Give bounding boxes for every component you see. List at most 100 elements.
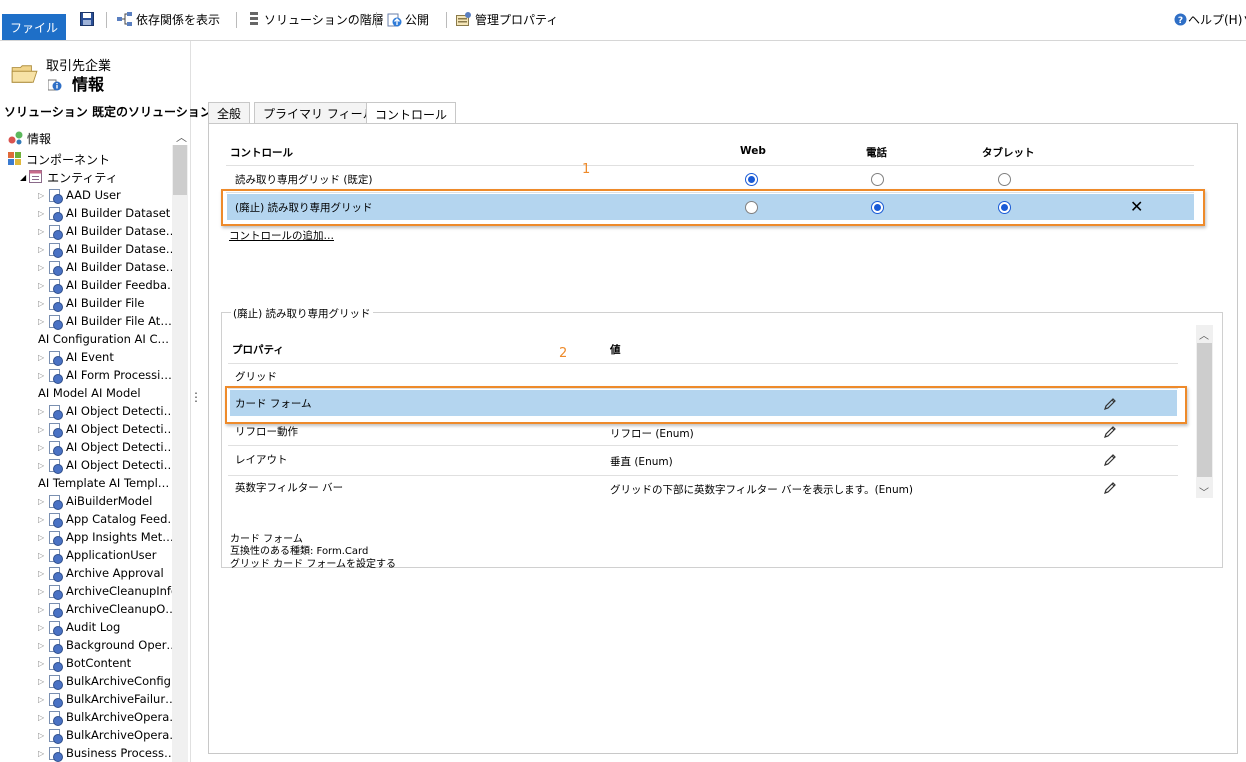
solution-hierarchy-button[interactable]: ソリューションの階層 (248, 10, 384, 28)
expand-arrow-icon[interactable]: ▷ (38, 587, 48, 596)
properties-scrollbar-thumb[interactable] (1197, 343, 1212, 477)
entity-tree-item[interactable]: ▷ ArchiveCleanupO… (38, 600, 177, 618)
edit-pencil-icon[interactable] (1103, 481, 1117, 495)
expand-arrow-icon[interactable]: ▷ (38, 425, 48, 434)
expand-arrow-icon[interactable]: ▷ (38, 281, 48, 290)
expand-arrow-icon[interactable]: ▷ (38, 713, 48, 722)
expand-arrow-icon[interactable]: ▷ (38, 191, 48, 200)
expand-arrow-icon[interactable]: ▷ (38, 497, 48, 506)
edit-pencil-icon[interactable] (1103, 397, 1117, 411)
expand-arrow-icon[interactable]: ▷ (38, 749, 48, 758)
entity-tree-item[interactable]: ▷ BotContent (38, 654, 131, 672)
controls-header-web: Web (740, 145, 766, 157)
property-row-name: リフロー動作 (235, 426, 298, 438)
entity-icon (48, 422, 63, 438)
entity-tree-item[interactable]: ▷ Audit Log (38, 618, 120, 636)
entity-icon (48, 494, 63, 510)
expand-arrow-icon[interactable]: ▷ (38, 371, 48, 380)
tab-general[interactable]: 全般 (208, 102, 251, 124)
nav-info[interactable]: 情報 (8, 129, 51, 147)
expand-arrow-icon[interactable]: ▷ (38, 605, 48, 614)
entity-icon (48, 710, 63, 726)
expand-arrow-icon[interactable]: ▷ (38, 533, 48, 542)
entity-tree-item[interactable]: ▷ AiBuilderModel (38, 492, 152, 510)
edit-pencil-icon[interactable] (1103, 425, 1117, 439)
entity-tree-item[interactable]: ▷ AI Object Detecti… (38, 420, 175, 438)
property-row-value: グリッドの下部に英数字フィルター バーを表示します。(Enum) (610, 484, 913, 496)
entity-tree-item[interactable]: ▷ Business Process… (38, 744, 176, 762)
entity-tree-item[interactable]: ▷ ArchiveCleanupInfo (38, 582, 178, 600)
properties-scroll-up-icon[interactable]: ︿ (1199, 327, 1209, 342)
add-control-link[interactable]: コントロールの追加… (229, 228, 334, 243)
entity-tree-item[interactable]: AI Configuration AI C… (38, 330, 169, 348)
entity-tree-item[interactable]: ▷ App Insights Met… (38, 528, 174, 546)
save-button[interactable] (80, 10, 94, 28)
expand-arrow-icon[interactable]: ▷ (38, 641, 48, 650)
expand-arrow-icon[interactable]: ▷ (38, 623, 48, 632)
entity-icon (48, 566, 63, 582)
help-icon: ? (1174, 13, 1187, 26)
expand-arrow-icon[interactable]: ▷ (38, 515, 48, 524)
entity-tree-item[interactable]: ▷ BulkArchiveOpera… (38, 726, 181, 744)
entity-tree-item[interactable]: ▷ BulkArchiveOpera… (38, 708, 181, 726)
entity-tree-item[interactable]: AI Template AI Templ… (38, 474, 169, 492)
properties-scrollbar[interactable] (1196, 325, 1213, 498)
help-button[interactable]: ? ヘルプ(H) ▾ (1174, 10, 1246, 28)
expand-arrow-icon[interactable]: ▷ (38, 245, 48, 254)
expand-arrow-icon[interactable]: ▷ (38, 209, 48, 218)
entity-tree-item[interactable]: ▷ AI Builder Datase… (38, 240, 177, 258)
file-button[interactable]: ファイル (2, 14, 66, 40)
scroll-up-arrow[interactable]: ︿ (176, 129, 187, 145)
entity-tree-item[interactable]: ▷ BulkArchiveConfig (38, 672, 171, 690)
control-row0-phone-radio[interactable] (871, 173, 884, 186)
entity-tree-item[interactable]: ▷ AI Builder File At… (38, 312, 172, 330)
entity-tree-item[interactable]: ▷ AI Form Processi… (38, 366, 172, 384)
entity-tree-item[interactable]: AI Model AI Model (38, 384, 141, 402)
entity-tree-item[interactable]: ▷ ApplicationUser (38, 546, 156, 564)
expand-arrow-icon[interactable]: ▷ (38, 569, 48, 578)
managed-properties-button[interactable]: 管理プロパティ (456, 10, 558, 28)
expand-arrow-icon[interactable]: ▷ (38, 227, 48, 236)
expand-arrow-icon[interactable]: ▷ (38, 659, 48, 668)
expand-arrow-icon[interactable]: ▷ (38, 731, 48, 740)
expand-arrow-icon[interactable]: ▷ (38, 299, 48, 308)
expand-arrow-icon[interactable]: ▷ (38, 461, 48, 470)
entity-tree-item[interactable]: ▷ AI Builder Feedba… (38, 276, 179, 294)
show-dependencies-button[interactable]: 依存関係を表示 (117, 10, 220, 28)
edit-pencil-icon[interactable] (1103, 453, 1117, 467)
control-row0-tablet-radio[interactable] (998, 173, 1011, 186)
expand-arrow-icon[interactable]: ▷ (38, 263, 48, 272)
expand-arrow-icon[interactable]: ▷ (38, 353, 48, 362)
left-scrollbar[interactable] (172, 145, 188, 762)
control-row0-web-radio[interactable] (745, 173, 758, 186)
properties-scroll-down-icon[interactable]: ﹀ (1199, 484, 1209, 499)
entity-tree-item[interactable]: ▷ App Catalog Feed… (38, 510, 179, 528)
entity-icon (48, 188, 63, 204)
left-scrollbar-thumb[interactable] (173, 145, 187, 195)
expand-arrow-icon[interactable]: ▷ (38, 317, 48, 326)
expand-arrow-icon[interactable]: ▷ (38, 551, 48, 560)
entity-tree-item[interactable]: ▷ AI Builder Dataset (38, 204, 170, 222)
entity-tree-item[interactable]: ▷ AI Object Detecti… (38, 438, 175, 456)
entity-tree-item[interactable]: ▷ AAD User (38, 186, 121, 204)
nav-components[interactable]: コンポーネント (8, 150, 110, 168)
entity-tree-item-label: Audit Log (66, 620, 121, 634)
expand-arrow-icon[interactable]: ◢ (20, 173, 26, 182)
entity-tree-item[interactable]: ▷ Archive Approval (38, 564, 164, 582)
entity-tree-item[interactable]: ▷ Background Oper… (38, 636, 178, 654)
expand-arrow-icon[interactable]: ▷ (38, 677, 48, 686)
entity-tree-item[interactable]: ▷ AI Event (38, 348, 114, 366)
pane-splitter[interactable]: ⋮ (190, 390, 202, 404)
tab-controls[interactable]: コントロール (366, 102, 457, 125)
publish-button[interactable]: 公開 (387, 10, 429, 28)
entity-tree-item[interactable]: ▷ AI Builder Datase… (38, 222, 177, 240)
expand-arrow-icon[interactable]: ▷ (38, 443, 48, 452)
expand-arrow-icon[interactable]: ▷ (38, 407, 48, 416)
entity-tree-item[interactable]: ▷ AI Object Detecti… (38, 456, 175, 474)
entity-tree-item[interactable]: ▷ AI Builder Datase… (38, 258, 177, 276)
nav-entities[interactable]: ◢ エンティティ (20, 168, 118, 186)
expand-arrow-icon[interactable]: ▷ (38, 695, 48, 704)
entity-tree-item[interactable]: ▷ AI Builder File (38, 294, 144, 312)
entity-tree-item[interactable]: ▷ BulkArchiveFailur… (38, 690, 177, 708)
entity-tree-item[interactable]: ▷ AI Object Detecti… (38, 402, 175, 420)
